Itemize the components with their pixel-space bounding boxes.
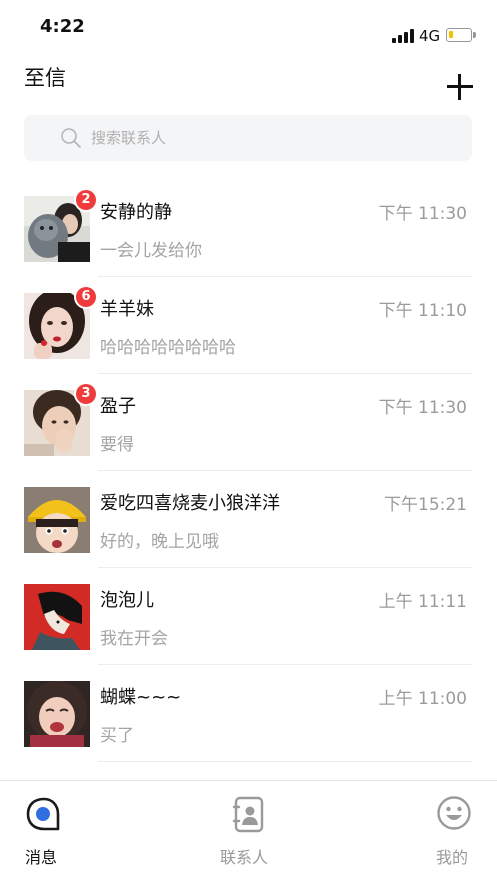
chat-name: 羊羊妹 <box>100 299 154 320</box>
chat-item[interactable]: 2 安静的静 下午 11:30 一会儿发给你 <box>0 180 497 277</box>
tab-bar: 消息 联系人 我的 <box>0 780 497 884</box>
chat-bubble-icon <box>26 797 60 831</box>
status-bar: 4:22 4G <box>0 0 497 56</box>
unread-badge: 3 <box>76 384 96 404</box>
tab-label: 我的 <box>436 848 469 867</box>
page-title: 至信 <box>24 66 66 90</box>
search-placeholder: 搜索联系人 <box>91 129 167 147</box>
chat-time: 上午 11:00 <box>378 689 467 709</box>
chat-time: 下午 11:30 <box>378 398 467 418</box>
chat-item[interactable]: 爱吃四喜烧麦小狼洋洋 下午15:21 好的，晚上见哦 <box>0 471 497 568</box>
tab-label: 消息 <box>25 848 58 867</box>
search-icon <box>61 128 81 148</box>
unread-badge: 2 <box>76 190 96 210</box>
chat-time: 上午 11:11 <box>378 592 467 612</box>
avatar <box>24 584 90 650</box>
avatar <box>24 681 90 747</box>
battery-icon <box>446 28 476 42</box>
tab-profile[interactable]: 我的 <box>420 781 497 881</box>
chat-name: 盈子 <box>100 396 136 417</box>
signal-icon <box>392 29 414 43</box>
tab-messages[interactable]: 消息 <box>0 781 90 881</box>
chat-list: 2 安静的静 下午 11:30 一会儿发给你 6 羊羊妹 下午 11:10 哈哈… <box>0 180 497 762</box>
chat-item[interactable]: 3 盈子 下午 11:30 要得 <box>0 374 497 471</box>
chat-time: 下午 11:10 <box>378 301 467 321</box>
smiley-face-icon <box>437 796 471 830</box>
chat-item[interactable]: 泡泡儿 上午 11:11 我在开会 <box>0 568 497 665</box>
chat-name: 爱吃四喜烧麦小狼洋洋 <box>100 493 280 514</box>
avatar <box>24 487 90 553</box>
search-input[interactable]: 搜索联系人 <box>24 115 472 161</box>
chat-name: 安静的静 <box>100 202 172 223</box>
chat-name: 泡泡儿 <box>100 590 154 611</box>
network-type: 4G <box>419 27 441 45</box>
chat-preview: 要得 <box>100 435 134 455</box>
chat-name: 蝴蝶~~~ <box>100 687 182 708</box>
chat-item[interactable]: 6 羊羊妹 下午 11:10 哈哈哈哈哈哈哈哈 <box>0 277 497 374</box>
chat-preview: 我在开会 <box>100 629 168 649</box>
tab-label: 联系人 <box>220 848 269 867</box>
chat-preview: 哈哈哈哈哈哈哈哈 <box>100 338 236 358</box>
status-time: 4:22 <box>40 16 85 37</box>
chat-preview: 买了 <box>100 726 134 746</box>
chat-preview: 好的，晚上见哦 <box>100 532 219 552</box>
chat-preview: 一会儿发给你 <box>100 241 202 261</box>
contacts-book-icon <box>232 796 264 833</box>
chat-time: 下午15:21 <box>384 495 467 515</box>
tab-contacts[interactable]: 联系人 <box>200 781 300 881</box>
chat-item[interactable]: 蝴蝶~~~ 上午 11:00 买了 <box>0 665 497 762</box>
unread-badge: 6 <box>76 287 96 307</box>
chat-time: 下午 11:30 <box>378 204 467 224</box>
add-button[interactable] <box>445 72 475 102</box>
